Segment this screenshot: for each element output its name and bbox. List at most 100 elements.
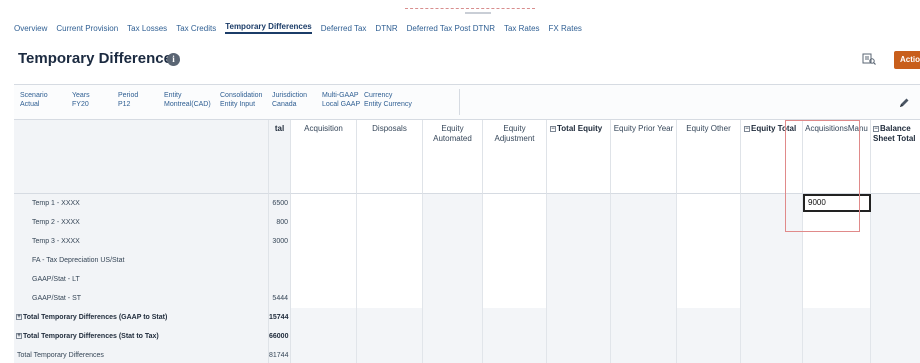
input-cell[interactable]: [677, 213, 741, 232]
readonly-cell: [547, 270, 611, 289]
tab-overview[interactable]: Overview: [14, 24, 47, 33]
readonly-cell: [357, 346, 423, 363]
pov-label: Consolidation: [220, 92, 263, 99]
input-cell[interactable]: [357, 251, 423, 270]
row-label-text: Temp 1 - XXXX: [32, 200, 80, 207]
input-cell[interactable]: [483, 213, 547, 232]
pov-bar: Scenario Actual Years FY20 Period P12 En…: [14, 84, 920, 120]
input-cell[interactable]: [483, 251, 547, 270]
table-row: Temp 2 - XXXX 800: [14, 213, 920, 232]
input-cell[interactable]: [357, 270, 423, 289]
pov-scenario[interactable]: Scenario Actual: [20, 91, 48, 109]
readonly-cell: [611, 327, 677, 346]
row-label[interactable]: + Total Temporary Differences (Stat to Ta…: [14, 327, 269, 346]
pov-entity[interactable]: Entity Montreal(CAD): [164, 91, 211, 109]
pov-label: Scenario: [20, 92, 48, 99]
tab-dtnr[interactable]: DTNR: [375, 24, 397, 33]
table-row: Total Temporary Differences 81744: [14, 346, 920, 363]
pov-multi-gaap[interactable]: Multi-GAAP Local GAAP: [322, 91, 360, 109]
input-cell[interactable]: [803, 270, 871, 289]
column-header-equity-prior-year[interactable]: Equity Prior Year: [611, 120, 677, 194]
info-icon[interactable]: i: [167, 53, 180, 66]
input-cell[interactable]: [291, 251, 357, 270]
input-cell[interactable]: [291, 270, 357, 289]
report-icon[interactable]: [862, 53, 876, 65]
table-row: + Total Temporary Differences (GAAP to St…: [14, 308, 920, 327]
column-header-equity-total[interactable]: − Equity Total: [741, 120, 803, 194]
row-label-text: Total Temporary Differences: [17, 352, 104, 359]
readonly-cell: [357, 308, 423, 327]
input-cell[interactable]: [357, 194, 423, 213]
active-cell-editor[interactable]: 9000: [803, 194, 871, 212]
row-total-value: 5444: [269, 289, 291, 308]
input-cell[interactable]: [677, 194, 741, 213]
input-cell[interactable]: [291, 213, 357, 232]
column-header-equity-other[interactable]: Equity Other: [677, 120, 741, 194]
input-cell[interactable]: [483, 232, 547, 251]
data-grid: tal Acquisition Disposals Equity Automat…: [14, 120, 920, 363]
column-header-equity-adjustment[interactable]: Equity Adjustment: [483, 120, 547, 194]
actions-button[interactable]: Actio: [894, 51, 920, 69]
input-cell[interactable]: [357, 232, 423, 251]
column-header-equity-automated[interactable]: Equity Automated: [423, 120, 483, 194]
input-cell[interactable]: [483, 270, 547, 289]
expand-icon[interactable]: +: [16, 333, 22, 339]
input-cell[interactable]: [291, 289, 357, 308]
input-cell[interactable]: [803, 289, 871, 308]
input-cell[interactable]: [291, 194, 357, 213]
readonly-cell: [741, 346, 803, 363]
table-row: GAAP/Stat - ST 5444: [14, 289, 920, 308]
drag-handle[interactable]: [465, 12, 491, 14]
input-cell[interactable]: [483, 289, 547, 308]
column-header-total[interactable]: tal: [269, 120, 291, 194]
row-total-value: 81744: [269, 346, 291, 363]
column-header-acquisitions-manual[interactable]: AcquisitionsManu: [803, 120, 871, 194]
input-cell[interactable]: [803, 251, 871, 270]
expand-icon[interactable]: +: [16, 314, 22, 320]
pov-value: Canada: [272, 101, 297, 108]
pov-jurisdiction[interactable]: Jurisdiction Canada: [272, 91, 307, 109]
readonly-cell: [423, 232, 483, 251]
pov-period[interactable]: Period P12: [118, 91, 138, 109]
table-row: Temp 3 - XXXX 3000: [14, 232, 920, 251]
column-header-total-equity[interactable]: − Total Equity: [547, 120, 611, 194]
table-row: + Total Temporary Differences (Stat to Ta…: [14, 327, 920, 346]
pov-currency[interactable]: Currency Entity Currency: [364, 91, 412, 109]
input-cell[interactable]: [357, 289, 423, 308]
pencil-icon[interactable]: [898, 97, 910, 109]
readonly-cell: [483, 346, 547, 363]
tab-temporary-differences[interactable]: Temporary Differences: [225, 22, 312, 34]
input-cell[interactable]: [677, 270, 741, 289]
column-header-acquisition[interactable]: Acquisition: [291, 120, 357, 194]
input-cell[interactable]: [677, 232, 741, 251]
collapse-icon[interactable]: −: [873, 126, 879, 132]
collapse-icon[interactable]: −: [550, 126, 556, 132]
tab-deferred-tax-post-dtnr[interactable]: Deferred Tax Post DTNR: [407, 24, 495, 33]
tab-current-provision[interactable]: Current Provision: [56, 24, 118, 33]
tab-tax-losses[interactable]: Tax Losses: [127, 24, 167, 33]
tab-deferred-tax[interactable]: Deferred Tax: [321, 24, 367, 33]
tab-tax-rates[interactable]: Tax Rates: [504, 24, 540, 33]
collapse-icon[interactable]: −: [744, 126, 750, 132]
input-cell[interactable]: [483, 194, 547, 213]
column-header-balance-sheet-total[interactable]: − Balance Sheet Total: [871, 120, 920, 194]
input-cell[interactable]: [357, 213, 423, 232]
readonly-cell: [423, 346, 483, 363]
input-cell[interactable]: [803, 232, 871, 251]
pov-consolidation[interactable]: Consolidation Entity Input: [220, 91, 262, 109]
readonly-cell: [611, 213, 677, 232]
table-row: GAAP/Stat - LT: [14, 270, 920, 289]
row-total-value: 66000: [269, 327, 291, 346]
pov-value: Local GAAP: [322, 101, 361, 108]
pov-years[interactable]: Years FY20: [72, 91, 90, 109]
tab-fx-rates[interactable]: FX Rates: [549, 24, 582, 33]
column-header-disposals[interactable]: Disposals: [357, 120, 423, 194]
input-cell[interactable]: [291, 232, 357, 251]
input-cell[interactable]: [677, 251, 741, 270]
input-cell[interactable]: [677, 289, 741, 308]
row-label[interactable]: + Total Temporary Differences (GAAP to St…: [14, 308, 269, 327]
readonly-cell: [423, 289, 483, 308]
tab-tax-credits[interactable]: Tax Credits: [176, 24, 216, 33]
input-cell[interactable]: [803, 213, 871, 232]
row-label-text: Temp 3 - XXXX: [32, 238, 80, 245]
